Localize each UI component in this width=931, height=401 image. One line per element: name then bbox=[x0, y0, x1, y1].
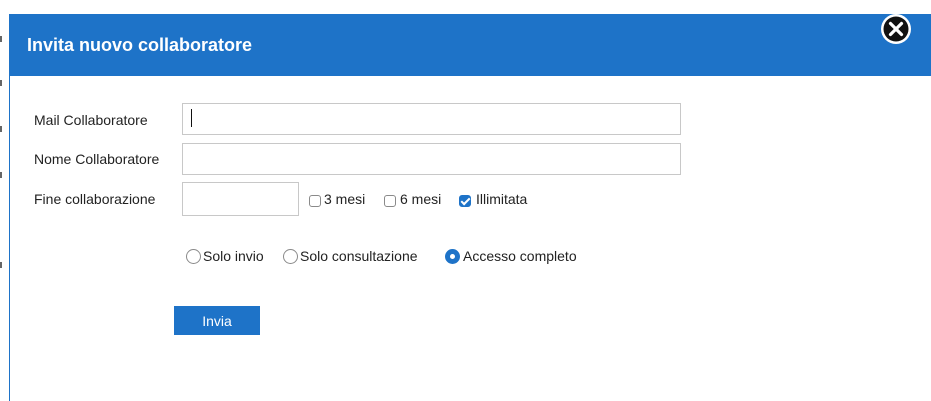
mail-input[interactable] bbox=[182, 103, 681, 135]
invite-dialog: Invita nuovo collaboratore bbox=[10, 14, 931, 401]
background-page-edge bbox=[0, 0, 12, 401]
access-send-only-radio[interactable] bbox=[186, 249, 201, 264]
background-tick bbox=[0, 262, 2, 268]
access-full-label: Accesso completo bbox=[463, 248, 577, 264]
invite-send-button[interactable]: Invia bbox=[174, 306, 260, 335]
name-label: Nome Collaboratore bbox=[34, 151, 160, 167]
text-caret bbox=[191, 109, 192, 127]
access-full-radio[interactable] bbox=[445, 249, 460, 264]
duration-6-months-checkbox[interactable] bbox=[384, 195, 396, 207]
mail-label: Mail Collaboratore bbox=[34, 112, 148, 128]
duration-3-months-checkbox[interactable] bbox=[309, 195, 321, 207]
background-tick bbox=[0, 80, 2, 86]
duration-6-months-label: 6 mesi bbox=[400, 191, 442, 207]
background-tick bbox=[0, 172, 2, 178]
access-send-only-label: Solo invio bbox=[203, 248, 264, 264]
access-view-only-radio[interactable] bbox=[283, 249, 298, 264]
dialog-title-bar: Invita nuovo collaboratore bbox=[10, 14, 931, 76]
dialog-title: Invita nuovo collaboratore bbox=[27, 35, 253, 55]
background-tick bbox=[0, 36, 2, 42]
access-view-only-label: Solo consultazione bbox=[300, 248, 418, 264]
name-input[interactable] bbox=[182, 143, 681, 175]
duration-unlimited-checkbox[interactable] bbox=[459, 195, 471, 207]
background-tick bbox=[0, 126, 2, 132]
close-icon[interactable] bbox=[879, 12, 913, 46]
duration-3-months-label: 3 mesi bbox=[324, 191, 366, 207]
end-date-input[interactable] bbox=[182, 182, 299, 216]
end-date-label: Fine collaborazione bbox=[34, 191, 156, 207]
duration-unlimited-label: Illimitata bbox=[476, 191, 528, 207]
